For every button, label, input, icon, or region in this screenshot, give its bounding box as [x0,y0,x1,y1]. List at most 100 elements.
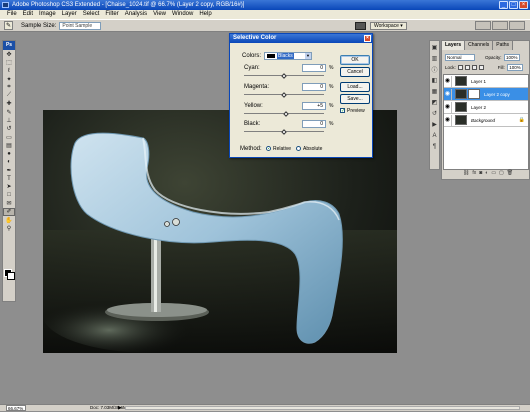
layer-mask-thumbnail [468,89,480,99]
maximize-button[interactable]: □ [509,1,518,9]
marquee-tool-icon[interactable]: ⬚ [3,58,15,66]
opacity-input[interactable]: 100% [503,53,520,61]
zoom-level-field[interactable]: 66.67% [6,405,26,411]
eraser-tool-icon[interactable]: ▭ [3,133,15,141]
type-tool-icon[interactable]: T [3,174,15,182]
menu-file[interactable]: File [4,10,20,19]
layer-row[interactable]: ◉ Layer 1 [444,75,528,88]
layer-row[interactable]: ◉ Layer 2 [444,101,528,114]
eye-icon[interactable]: ◉ [444,101,452,113]
status-menu-arrow-icon[interactable]: ▶ [118,405,122,411]
tab-layers[interactable]: Layers [442,41,466,50]
menu-filter[interactable]: Filter [102,10,121,19]
fill-input[interactable]: 100% [506,63,523,71]
save-button[interactable]: Save... [340,94,370,104]
healing-brush-tool-icon[interactable]: ✚ [3,100,15,108]
workspace-button[interactable]: Workspace ▾ [370,22,407,30]
menu-layer[interactable]: Layer [59,10,80,19]
add-mask-icon[interactable]: ◙ [479,170,482,176]
eye-icon[interactable]: ◉ [444,114,452,126]
colors-select[interactable]: Blacks ▼ [264,52,312,60]
method-relative-radio[interactable] [266,146,271,151]
adjustment-layer-icon[interactable]: ◐ [485,170,488,176]
yellow-input[interactable]: +5 [302,102,326,110]
tab-paths[interactable]: Paths [493,41,514,50]
menu-select[interactable]: Select [80,10,103,19]
toolbox: Ps ✥ ⬚ ℓ ✦ ⌗ ⟋ ✚ ✎ ⊥ ↺ ▭ ▤ ● ◐ ✒ T ➤ □ ✉… [2,40,16,302]
eyedropper-tool-icon-box[interactable]: ✐ [3,207,15,216]
histogram-panel-icon[interactable]: ▥ [430,54,439,63]
menu-image[interactable]: Image [36,10,59,19]
horizontal-scrollbar[interactable] [125,406,520,410]
pen-tool-icon[interactable]: ✒ [3,166,15,174]
opacity-label: Opacity: [485,54,502,60]
menu-view[interactable]: View [150,10,169,19]
blend-mode-select[interactable]: Normal [445,53,475,61]
load-button[interactable]: Load... [340,82,370,92]
lock-pixels-icon[interactable] [464,64,470,70]
layers-blend-row: Normal Opacity: 100% [445,53,529,61]
close-window-button[interactable]: × [519,1,528,9]
slice-tool-icon[interactable]: ⟋ [3,91,15,99]
palette-tab-comps[interactable] [509,21,525,30]
palette-tab-tool-presets[interactable] [492,21,508,30]
eye-icon[interactable]: ◉ [444,75,452,87]
shape-tool-icon[interactable]: □ [3,191,15,199]
cyan-input[interactable]: 0 [302,64,326,72]
styles-panel-icon[interactable]: ◩ [430,98,439,107]
lock-all-icon[interactable] [478,64,484,70]
link-layers-icon[interactable]: ⛓ [463,170,469,176]
layer-row[interactable]: ◉ Background 🔒 [444,114,528,127]
hand-tool-icon[interactable]: ✋ [3,216,15,224]
crop-tool-icon[interactable]: ⌗ [3,83,15,91]
eye-icon[interactable]: ◉ [444,88,452,100]
zoom-tool-icon[interactable]: ⚲ [3,224,15,232]
cancel-button[interactable]: Cancel [340,67,370,77]
info-panel-icon[interactable]: ⓘ [430,65,439,74]
menu-help[interactable]: Help [196,10,214,19]
menu-window[interactable]: Window [169,10,196,19]
magenta-input[interactable]: 0 [302,83,326,91]
blur-tool-icon[interactable]: ● [3,150,15,158]
preview-checkbox[interactable]: ✓ [340,108,345,114]
dodge-tool-icon[interactable]: ◐ [3,158,15,166]
color-panel-icon[interactable]: ◧ [430,76,439,85]
ok-button[interactable]: OK [340,55,370,65]
minimize-button[interactable]: _ [499,1,508,9]
bridge-icon[interactable] [355,22,366,30]
history-brush-tool-icon[interactable]: ↺ [3,125,15,133]
clone-stamp-tool-icon[interactable]: ⊥ [3,116,15,124]
lock-position-icon[interactable] [471,64,477,70]
paragraph-panel-icon[interactable]: ¶ [430,142,439,151]
trash-icon[interactable]: 🗑 [507,170,513,176]
menu-edit[interactable]: Edit [20,10,36,19]
path-selection-tool-icon[interactable]: ➤ [3,183,15,191]
new-group-icon[interactable]: ▭ [491,170,496,176]
dialog-close-icon[interactable]: × [364,35,371,42]
navigator-panel-icon[interactable]: ▣ [430,43,439,52]
palette-tab-brushes[interactable] [475,21,491,30]
actions-panel-icon[interactable]: ▶ [430,120,439,129]
background-color-swatch[interactable] [7,272,15,280]
character-panel-icon[interactable]: A [430,131,439,140]
notes-tool-icon[interactable]: ✉ [3,199,15,207]
lasso-tool-icon[interactable]: ℓ [3,67,15,75]
new-layer-icon[interactable]: ▢ [499,170,504,176]
history-panel-icon[interactable]: ↺ [430,109,439,118]
gradient-tool-icon[interactable]: ▤ [3,141,15,149]
layer-row-selected[interactable]: ◉ Layer 2 copy [444,88,528,101]
fill-label: Fill: [497,64,505,70]
options-bar: ✎ Sample Size: Point Sample Workspace ▾ [0,19,530,32]
eyedropper-tool-icon[interactable]: ✎ [4,21,13,30]
layer-style-icon[interactable]: fx [472,170,476,176]
tab-channels[interactable]: Channels [465,41,494,50]
menu-analysis[interactable]: Analysis [122,10,150,19]
lock-transparency-icon[interactable] [457,64,463,70]
swatches-panel-icon[interactable]: ▦ [430,87,439,96]
move-tool-icon[interactable]: ✥ [3,50,15,58]
black-input[interactable]: 0 [302,120,326,128]
brush-tool-icon[interactable]: ✎ [3,108,15,116]
sample-size-select[interactable]: Point Sample [59,21,102,30]
magic-wand-tool-icon[interactable]: ✦ [3,75,15,83]
method-absolute-radio[interactable] [296,146,301,151]
